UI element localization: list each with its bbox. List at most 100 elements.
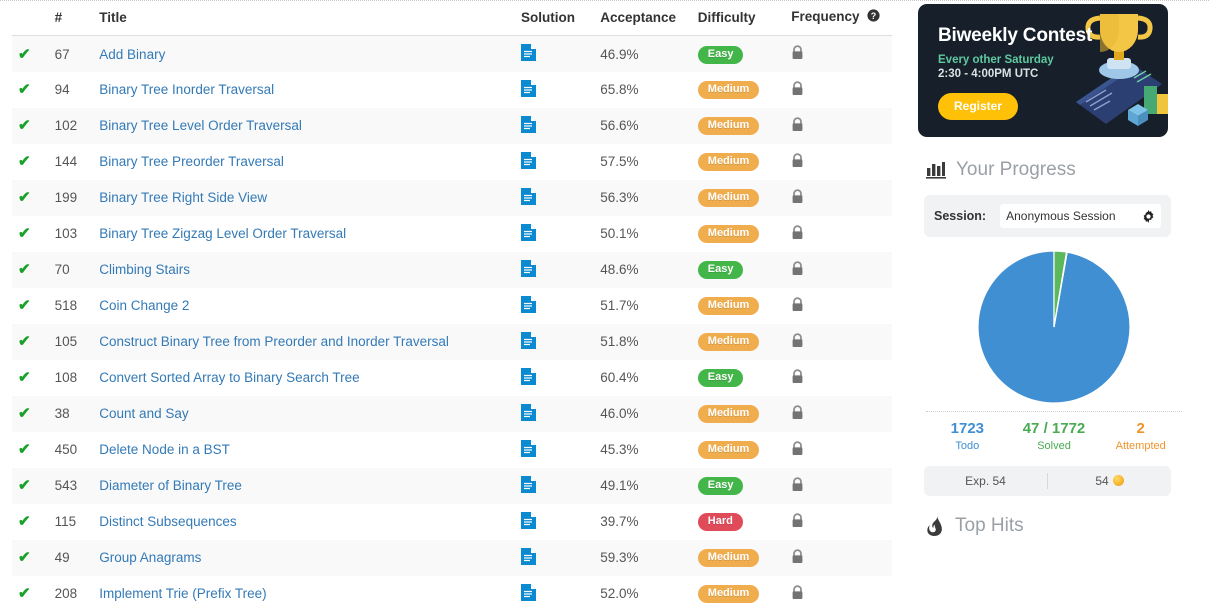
lock-icon[interactable]: [791, 297, 804, 315]
document-icon[interactable]: [520, 44, 536, 64]
column-header-title[interactable]: Title: [93, 0, 515, 37]
lock-icon[interactable]: [791, 513, 804, 531]
document-icon[interactable]: [520, 475, 536, 496]
document-icon[interactable]: [520, 547, 536, 568]
problem-title-link[interactable]: Distinct Subsequences: [99, 514, 236, 529]
table-row[interactable]: ✔ 105 Construct Binary Tree from Preorder …: [12, 323, 892, 360]
document-icon[interactable]: [520, 79, 536, 100]
lock-icon[interactable]: [791, 117, 804, 135]
lock-icon[interactable]: [791, 549, 804, 567]
table-header-row: # Title Solution Acceptance Difficulty F…: [12, 0, 892, 37]
row-solution-cell: [515, 252, 594, 288]
lock-icon[interactable]: [791, 261, 804, 279]
column-header-number[interactable]: #: [48, 0, 94, 37]
lock-icon[interactable]: [791, 189, 804, 207]
problem-title-link[interactable]: Add Binary: [99, 47, 165, 62]
table-row[interactable]: ✔ 70 Climbing Stairs 48.6% Easy: [12, 251, 892, 288]
row-difficulty-cell: Medium: [692, 432, 785, 468]
table-row[interactable]: ✔ 199 Binary Tree Right Side View 56.3% Medi…: [12, 179, 892, 216]
lock-icon[interactable]: [791, 153, 804, 171]
document-icon[interactable]: [520, 115, 536, 136]
row-status-cell: ✔: [12, 324, 49, 360]
row-title-cell: Convert Sorted Array to Binary Search Tr…: [93, 360, 515, 396]
help-circle-icon[interactable]: ?: [867, 9, 880, 25]
table-row[interactable]: ✔ 450 Delete Node in a BST 45.3% Medium: [12, 431, 892, 468]
document-icon[interactable]: [520, 439, 536, 460]
gear-icon[interactable]: [1138, 209, 1155, 223]
table-row[interactable]: ✔ 103 Binary Tree Zigzag Level Order Trave…: [12, 215, 892, 252]
table-row[interactable]: ✔ 144 Binary Tree Preorder Traversal 57.5% M…: [12, 143, 892, 180]
document-icon[interactable]: [520, 151, 536, 172]
row-frequency-cell: [785, 324, 892, 360]
table-row[interactable]: ✔ 67 Add Binary 46.9% Easy: [12, 35, 892, 72]
problem-title-link[interactable]: Binary Tree Level Order Traversal: [99, 118, 302, 133]
row-difficulty-cell: Medium: [692, 396, 785, 432]
table-row[interactable]: ✔ 102 Binary Tree Level Order Traversal 56.…: [12, 107, 892, 144]
document-icon[interactable]: [520, 295, 536, 316]
lock-icon[interactable]: [791, 369, 804, 387]
row-title-cell: Group Anagrams: [93, 540, 515, 576]
document-icon[interactable]: [520, 187, 536, 208]
table-row[interactable]: ✔ 115 Distinct Subsequences 39.7% Hard: [12, 503, 892, 540]
lock-icon[interactable]: [791, 585, 804, 603]
problem-title-link[interactable]: Climbing Stairs: [99, 262, 190, 277]
document-icon[interactable]: [520, 511, 536, 532]
table-row[interactable]: ✔ 543 Diameter of Binary Tree 49.1% Easy: [12, 467, 892, 504]
stat-attempted[interactable]: 2 Attempted: [1097, 420, 1184, 454]
lock-icon[interactable]: [791, 45, 804, 63]
check-icon: ✔: [18, 477, 31, 495]
problem-title-link[interactable]: Convert Sorted Array to Binary Search Tr…: [99, 370, 359, 385]
table-row[interactable]: ✔ 518 Coin Change 2 51.7% Medium: [12, 287, 892, 324]
problem-table: # Title Solution Acceptance Difficulty F…: [12, 0, 892, 612]
table-row[interactable]: ✔ 208 Implement Trie (Prefix Tree) 52.0% Med…: [12, 575, 892, 612]
difficulty-badge: Easy: [697, 261, 744, 280]
column-header-solution[interactable]: Solution: [514, 0, 595, 37]
row-acceptance: 46.0%: [600, 406, 639, 422]
column-header-status[interactable]: [12, 0, 49, 37]
document-icon[interactable]: [520, 259, 536, 280]
table-row[interactable]: ✔ 38 Count and Say 46.0% Medium: [12, 395, 892, 432]
lock-icon[interactable]: [791, 333, 804, 351]
lock-icon[interactable]: [791, 81, 804, 99]
row-frequency-cell: [785, 468, 892, 504]
document-icon[interactable]: [520, 223, 536, 244]
contest-text-block: Biweekly Contest Every other Saturday 2:…: [938, 26, 1092, 120]
row-solution-cell: [515, 468, 594, 504]
document-icon[interactable]: [520, 367, 536, 388]
row-status-cell: ✔: [12, 540, 49, 576]
table-row[interactable]: ✔ 94 Binary Tree Inorder Traversal 65.8% Med…: [12, 71, 892, 108]
problem-title-link[interactable]: Binary Tree Zigzag Level Order Traversal: [99, 226, 346, 241]
row-status-cell: ✔: [12, 432, 49, 468]
lock-icon[interactable]: [791, 441, 804, 459]
problem-title-link[interactable]: Construct Binary Tree from Preorder and …: [99, 334, 449, 349]
stat-solved[interactable]: 47 / 1772 Solved: [1011, 420, 1098, 454]
document-icon[interactable]: [520, 403, 536, 424]
column-header-frequency[interactable]: Frequency ?: [785, 0, 892, 37]
document-icon[interactable]: [520, 583, 536, 604]
session-select[interactable]: Anonymous Session: [1000, 204, 1161, 228]
problem-title-link[interactable]: Binary Tree Inorder Traversal: [99, 82, 274, 97]
row-solution-cell: [515, 144, 594, 180]
register-button[interactable]: Register: [938, 92, 1019, 120]
problem-title-link[interactable]: Implement Trie (Prefix Tree): [99, 586, 266, 601]
problem-title-link[interactable]: Count and Say: [99, 406, 188, 421]
table-row[interactable]: ✔ 49 Group Anagrams 59.3% Medium: [12, 539, 892, 576]
problem-title-link[interactable]: Binary Tree Preorder Traversal: [99, 154, 284, 169]
problem-title-link[interactable]: Binary Tree Right Side View: [99, 190, 267, 205]
row-solution-cell: [515, 576, 594, 612]
problem-title-link[interactable]: Diameter of Binary Tree: [99, 478, 242, 493]
table-body: ✔ 67 Add Binary 46.9% Easy ✔ 94 Binary Tree Ino…: [12, 35, 892, 612]
problem-title-link[interactable]: Coin Change 2: [99, 298, 189, 313]
lock-icon[interactable]: [791, 477, 804, 495]
problem-title-link[interactable]: Delete Node in a BST: [99, 442, 230, 457]
table-row[interactable]: ✔ 108 Convert Sorted Array to Binary Searc…: [12, 359, 892, 396]
lock-icon[interactable]: [791, 405, 804, 423]
stat-todo[interactable]: 1723 Todo: [924, 420, 1011, 454]
row-difficulty-cell: Medium: [692, 324, 785, 360]
column-header-acceptance[interactable]: Acceptance: [594, 0, 692, 37]
lock-icon[interactable]: [791, 225, 804, 243]
column-header-difficulty[interactable]: Difficulty: [691, 0, 786, 37]
biweekly-contest-card[interactable]: Biweekly Contest Every other Saturday 2:…: [918, 4, 1168, 137]
problem-title-link[interactable]: Group Anagrams: [99, 550, 201, 565]
document-icon[interactable]: [520, 331, 536, 352]
